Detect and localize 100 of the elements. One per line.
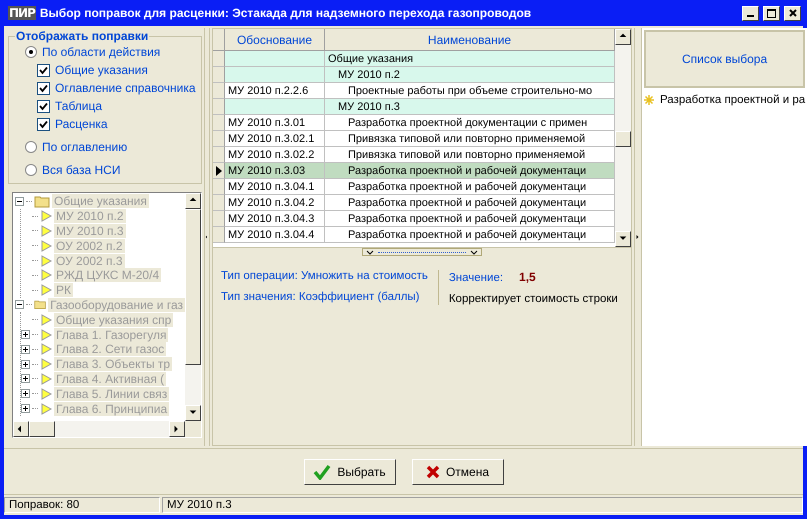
scroll-up-button[interactable] [615, 29, 631, 45]
column-header[interactable]: Наименование [325, 29, 615, 51]
row-indicator [213, 211, 225, 227]
plus-icon [22, 390, 29, 398]
triangle-icon [40, 210, 52, 222]
row-indicator [213, 179, 225, 195]
table-row[interactable]: МУ 2010 п.3.04.2 Разработка проектной и рабочей документаци [213, 195, 615, 211]
operation-type: Тип операции: Умножить на стоимость [221, 270, 428, 282]
sparkle-icon [644, 95, 654, 105]
checkbox[interactable] [37, 64, 50, 76]
plus-icon [22, 360, 29, 368]
triangle-icon [40, 402, 52, 415]
row-indicator [213, 227, 225, 243]
checkbox[interactable] [37, 82, 50, 94]
maximize-icon [767, 8, 776, 18]
close-icon [426, 464, 440, 478]
row-indicator [213, 195, 225, 211]
plus-icon [22, 331, 29, 338]
checkbox[interactable] [37, 118, 50, 130]
table-cell: Разработка проектной и рабочей документаци [325, 227, 615, 243]
checkbox-label: Таблица [55, 99, 102, 113]
table-cell: МУ 2010 п.3.04.4 [225, 227, 325, 243]
scroll-thumb[interactable] [615, 131, 631, 147]
minimize-button[interactable] [742, 6, 759, 20]
close-button[interactable] [784, 6, 801, 20]
triangle-icon [40, 388, 52, 400]
row-indicator [213, 147, 225, 163]
row-indicator [213, 131, 225, 147]
table-row[interactable]: МУ 2010 п.3.03 Разработка проектной и рабочей документаци [213, 163, 615, 179]
row-indicator [213, 67, 225, 83]
triangle-icon [40, 343, 52, 356]
checkbox-label: Расценка [55, 117, 108, 131]
arrow-right-icon [635, 232, 641, 242]
window-title: Выбор поправок для расценки: Эстакада для надземного перехода газопроводов [40, 6, 532, 20]
radio-label: Вся база НСИ [42, 163, 120, 177]
scroll-down-button[interactable] [185, 405, 201, 421]
scroll-left-button[interactable] [13, 421, 29, 437]
group-row[interactable]: Общие указания [213, 51, 615, 67]
plus-icon [22, 405, 29, 412]
row-indicator [213, 51, 225, 67]
radio-button[interactable] [25, 164, 37, 176]
select-button[interactable]: Выбрать [304, 458, 396, 484]
column-header[interactable]: Обоснование [225, 29, 325, 51]
checkbox[interactable] [37, 100, 50, 112]
header-corner [213, 29, 225, 51]
status-pane: МУ 2010 п.3 [162, 497, 803, 513]
radio-label: По оглавлению [42, 140, 128, 154]
row-indicator [213, 115, 225, 131]
group-row[interactable]: МУ 2010 п.3 [213, 99, 615, 115]
value-text: 1,5 [519, 270, 536, 284]
panel-header: Список выбора [644, 30, 806, 88]
horizontal-scrollbar[interactable] [13, 421, 185, 437]
row-indicator [213, 83, 225, 99]
vertical-scrollbar[interactable] [615, 29, 631, 247]
table-row[interactable]: МУ 2010 п.3.04.3 Разработка проектной и рабочей документаци [213, 211, 615, 227]
triangle-icon [40, 240, 52, 252]
scroll-thumb[interactable] [29, 421, 55, 437]
scroll-up-button[interactable] [185, 193, 201, 209]
triangle-icon [40, 224, 52, 237]
table-row[interactable]: МУ 2010 п.2.2.6 Проектные работы при объеме строительно-мо [213, 83, 615, 99]
row-indicator [213, 99, 225, 115]
scroll-thumb[interactable] [185, 209, 201, 365]
folder-icon [34, 194, 50, 208]
triangle-icon [40, 372, 52, 385]
close-icon [788, 9, 796, 17]
plus-icon [22, 375, 29, 382]
triangle-icon [40, 328, 52, 341]
triangle-icon [40, 269, 52, 282]
table-row[interactable]: МУ 2010 п.3.04.1 Разработка проектной и рабочей документаци [213, 179, 615, 195]
radio-button[interactable] [25, 46, 37, 58]
plus-icon [22, 346, 29, 353]
checkbox-label: Общие указания [55, 63, 148, 77]
triangle-icon [40, 284, 52, 296]
status-pane: Поправок: 80 [4, 497, 160, 513]
group-title: Отображать поправки [15, 29, 150, 43]
table-row[interactable]: МУ 2010 п.3.02.1 Привязка типовой или повторно применяемой [213, 131, 615, 147]
value-label: Значение: [448, 272, 504, 284]
chevron-down-icon [470, 250, 478, 254]
triangle-icon [40, 314, 52, 326]
table-row[interactable]: МУ 2010 п.3.02.2 Привязка типовой или повторно применяемой [213, 147, 615, 163]
group-row[interactable]: МУ 2010 п.2 [213, 67, 615, 83]
description-text: Корректирует стоимость строки [448, 293, 618, 305]
vertical-scrollbar[interactable] [185, 193, 201, 421]
radio-button[interactable] [25, 141, 37, 153]
row-pointer-icon [216, 166, 222, 176]
triangle-icon [40, 254, 52, 267]
maximize-button[interactable] [763, 6, 780, 20]
table-row[interactable]: МУ 2010 п.3.01 Разработка проектной документации с примен [213, 115, 615, 131]
triangle-icon [40, 358, 52, 370]
table-row[interactable]: МУ 2010 п.3.04.4 Разработка проектной и рабочей документаци [213, 227, 615, 243]
app-logo: ПИР [8, 6, 36, 20]
cancel-button[interactable]: Отмена [412, 458, 504, 484]
scrollbar-corner [185, 421, 201, 437]
scroll-right-button[interactable] [169, 421, 185, 437]
checkbox-label: Оглавление справочника [55, 81, 196, 95]
radio-label: По области действия [42, 45, 160, 59]
scroll-down-button[interactable] [615, 231, 631, 247]
list-item[interactable]: Разработка проектной и ра [660, 94, 806, 106]
value-type: Тип значения: Коэффициент (баллы) [221, 291, 421, 303]
splitter-grip[interactable] [362, 248, 482, 256]
